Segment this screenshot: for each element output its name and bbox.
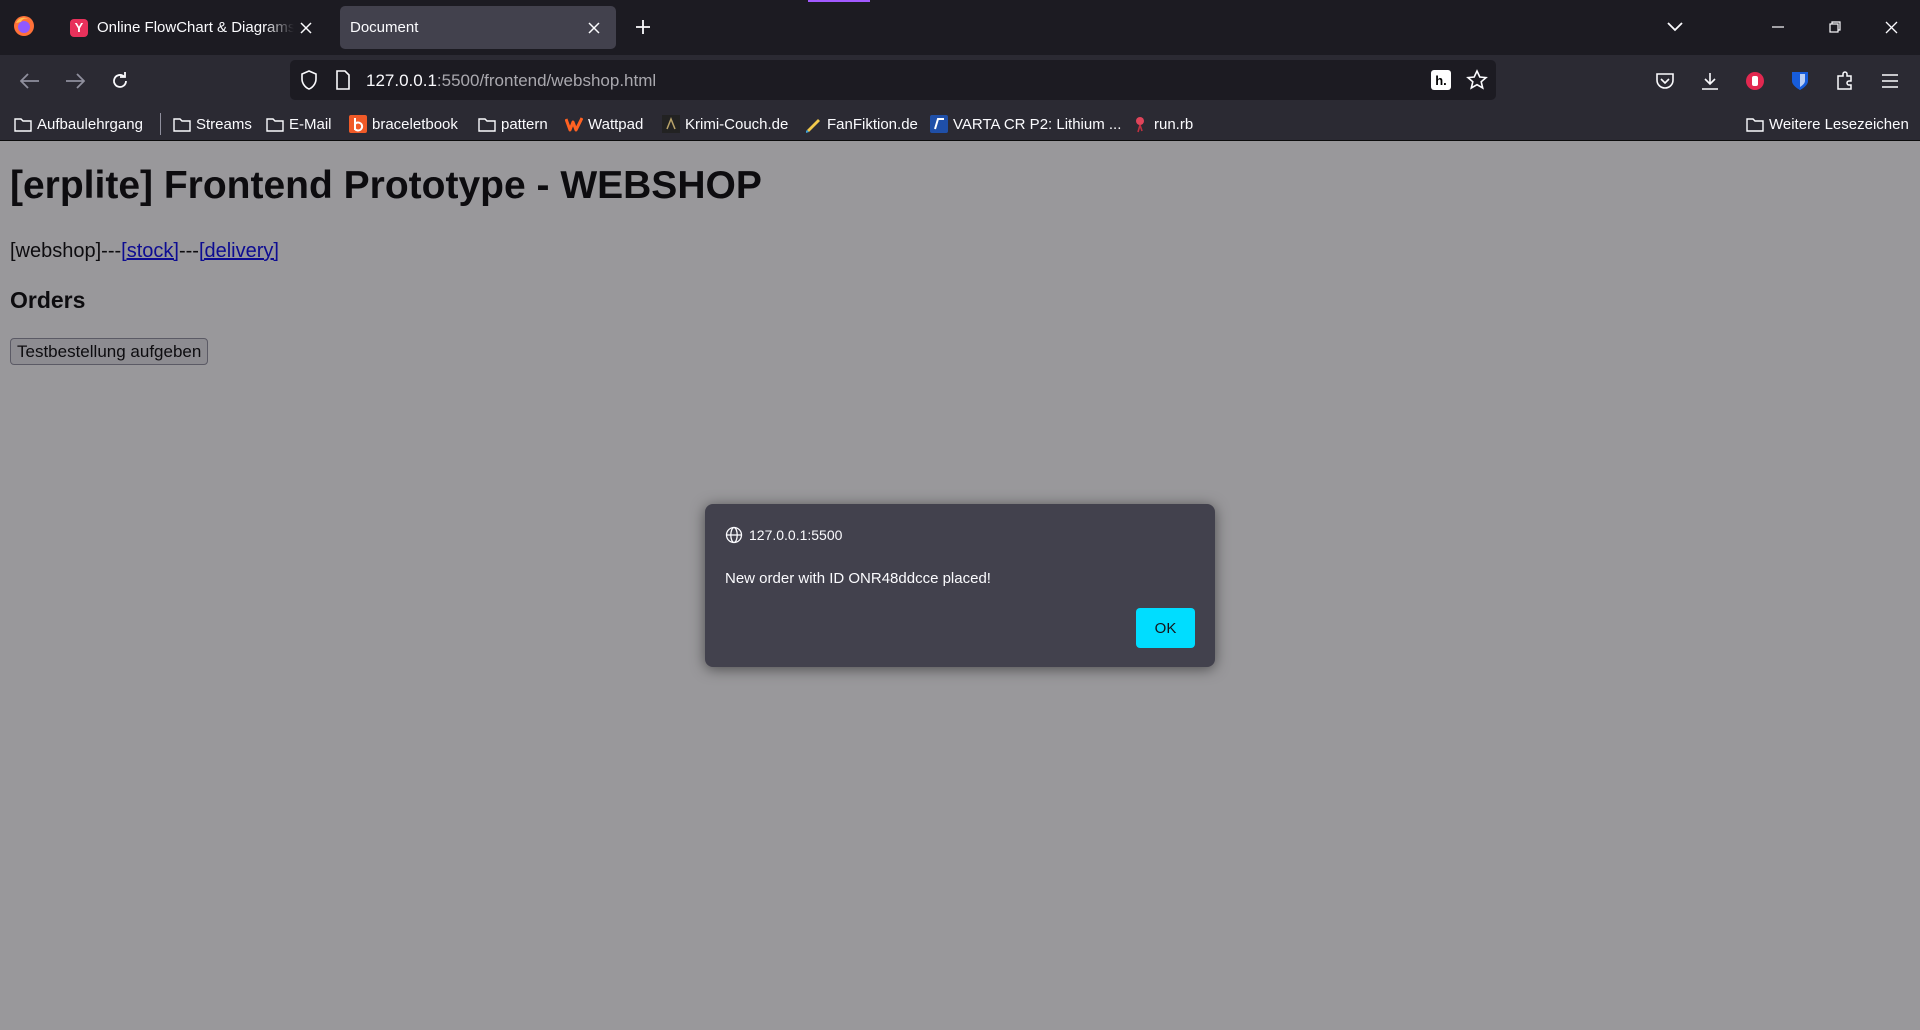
bookmark-varta[interactable]: VARTA CR P2: Lithium ...: [930, 112, 1121, 136]
bookmark-label: Wattpad: [588, 115, 644, 133]
restore-icon[interactable]: [1820, 12, 1850, 42]
krimi-couch-icon: [662, 115, 680, 133]
bookmark-label: braceletbook: [372, 115, 458, 133]
extensions-puzzle-icon[interactable]: [1829, 65, 1861, 97]
app-menu-hamburger-icon[interactable]: [1874, 65, 1906, 97]
url-path: :5500/frontend/webshop.html: [436, 71, 657, 90]
folder-icon: [14, 115, 32, 133]
bookmark-label: VARTA CR P2: Lithium ...: [953, 115, 1122, 133]
tab-strip-accent-line: [808, 0, 870, 2]
downloads-icon[interactable]: [1694, 65, 1726, 97]
bookmark-label: pattern: [501, 115, 548, 133]
reload-icon[interactable]: [104, 65, 136, 97]
bookmark-run-rb[interactable]: run.rb: [1131, 112, 1193, 136]
bookmark-fanfiktion[interactable]: FanFiktion.de: [804, 112, 918, 136]
h-extension-icon[interactable]: h.: [1431, 70, 1451, 90]
bookmark-wattpad[interactable]: Wattpad: [565, 112, 643, 136]
page-info-icon[interactable]: [332, 69, 354, 91]
dialog-origin: 127.0.0.1:5500: [725, 526, 842, 544]
new-tab-plus-icon[interactable]: [630, 14, 656, 40]
bookmark-label: Aufbaulehrgang: [37, 115, 143, 133]
bookmark-label: Krimi-Couch.de: [685, 115, 789, 133]
folder-icon: [266, 115, 284, 133]
bookmark-label: Weitere Lesezeichen: [1769, 115, 1909, 133]
bookmark-label: FanFiktion.de: [827, 115, 918, 133]
close-window-icon[interactable]: [1876, 12, 1906, 42]
address-bar[interactable]: 127.0.0.1:5500/frontend/webshop.html h.: [290, 60, 1496, 100]
braceletbook-icon: [349, 115, 367, 133]
bookmark-streams[interactable]: Streams: [173, 112, 252, 136]
ublock-shield-icon[interactable]: [1739, 65, 1771, 97]
url-text[interactable]: 127.0.0.1:5500/frontend/webshop.html: [366, 71, 656, 91]
url-host: 127.0.0.1: [366, 71, 437, 90]
list-all-tabs-chevron-icon[interactable]: [1660, 12, 1690, 42]
forward-arrow-icon[interactable]: [59, 65, 91, 97]
bookmark-aufbaulehrgang[interactable]: Aufbaulehrgang: [14, 112, 143, 136]
back-arrow-icon[interactable]: [14, 65, 46, 97]
globe-icon: [725, 526, 743, 544]
dialog-message: New order with ID ONR48ddcce placed!: [725, 570, 991, 587]
tab-title: Document: [350, 19, 419, 36]
tab-flowchart[interactable]: Y Online FlowChart & Diagrams E: [60, 6, 328, 49]
bookmark-label: run.rb: [1154, 115, 1194, 133]
folder-icon: [173, 115, 191, 133]
bookmark-pattern[interactable]: pattern: [478, 112, 548, 136]
dialog-origin-text: 127.0.0.1:5500: [749, 527, 843, 543]
bookmark-krimi-couch[interactable]: Krimi-Couch.de: [662, 112, 788, 136]
minimize-icon[interactable]: [1763, 12, 1793, 42]
run-rb-icon: [1131, 115, 1149, 133]
pocket-icon[interactable]: [1649, 65, 1681, 97]
bookmark-label: Streams: [196, 115, 252, 133]
close-tab-icon[interactable]: [294, 16, 318, 40]
ok-button[interactable]: OK: [1136, 608, 1195, 648]
bookmark-label: E-Mail: [289, 115, 332, 133]
bookmark-star-icon[interactable]: [1466, 69, 1488, 91]
fanfiktion-icon: [804, 115, 822, 133]
varta-icon: [930, 115, 948, 133]
wattpad-icon: [565, 115, 583, 133]
yworks-favicon-icon: Y: [70, 18, 88, 37]
navigation-toolbar: 127.0.0.1:5500/frontend/webshop.html h.: [0, 55, 1920, 107]
bookmarks-toolbar: Aufbaulehrgang Streams E-Mail braceletbo…: [0, 107, 1920, 141]
bookmarks-separator: [160, 113, 161, 135]
alert-dialog: 127.0.0.1:5500 New order with ID ONR48dd…: [705, 504, 1215, 667]
bookmark-braceletbook[interactable]: braceletbook: [349, 112, 458, 136]
other-bookmarks-folder[interactable]: Weitere Lesezeichen: [1746, 112, 1909, 136]
firefox-menu-icon[interactable]: [12, 14, 36, 38]
tab-title: Online FlowChart & Diagrams E: [97, 19, 294, 36]
tab-strip: Y Online FlowChart & Diagrams E Document: [0, 0, 1920, 55]
folder-icon: [478, 115, 496, 133]
close-tab-icon[interactable]: [582, 16, 606, 40]
bookmark-email[interactable]: E-Mail: [266, 112, 332, 136]
bitwarden-icon[interactable]: [1784, 65, 1816, 97]
folder-icon: [1746, 115, 1764, 133]
tracking-protection-shield-icon[interactable]: [298, 69, 320, 91]
tab-document[interactable]: Document: [340, 6, 616, 49]
